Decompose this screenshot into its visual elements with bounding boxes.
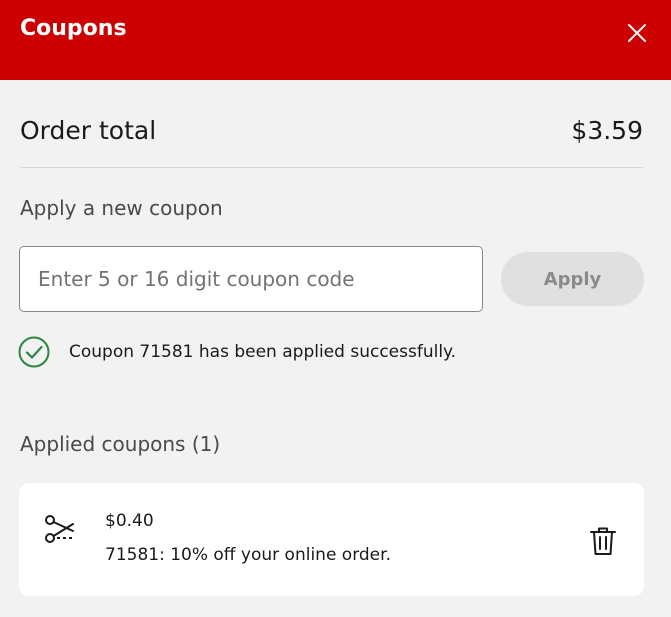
success-text: Coupon 71581 has been applied successful… [69, 342, 457, 362]
check-circle-icon [18, 336, 50, 368]
trash-icon[interactable] [588, 525, 618, 557]
coupon-code-input[interactable] [19, 246, 483, 312]
close-button[interactable] [625, 21, 649, 45]
order-total-value: $3.59 [571, 116, 643, 145]
apply-button[interactable]: Apply [501, 252, 644, 306]
page-title: Coupons [20, 16, 127, 41]
close-icon[interactable] [625, 21, 649, 45]
order-total-label: Order total [20, 116, 157, 145]
coupon-amount: $0.40 [105, 511, 154, 531]
order-total-row: Order total $3.59 [20, 112, 643, 168]
applied-coupons-heading: Applied coupons (1) [20, 432, 221, 456]
apply-coupon-heading: Apply a new coupon [20, 196, 223, 220]
applied-coupon-card: $0.40 71581: 10% off your online order. [19, 483, 644, 596]
scissors-icon [45, 515, 75, 543]
coupons-header: Coupons [0, 0, 671, 80]
coupon-description: 71581: 10% off your online order. [105, 545, 391, 565]
remove-coupon-button[interactable] [588, 525, 618, 557]
